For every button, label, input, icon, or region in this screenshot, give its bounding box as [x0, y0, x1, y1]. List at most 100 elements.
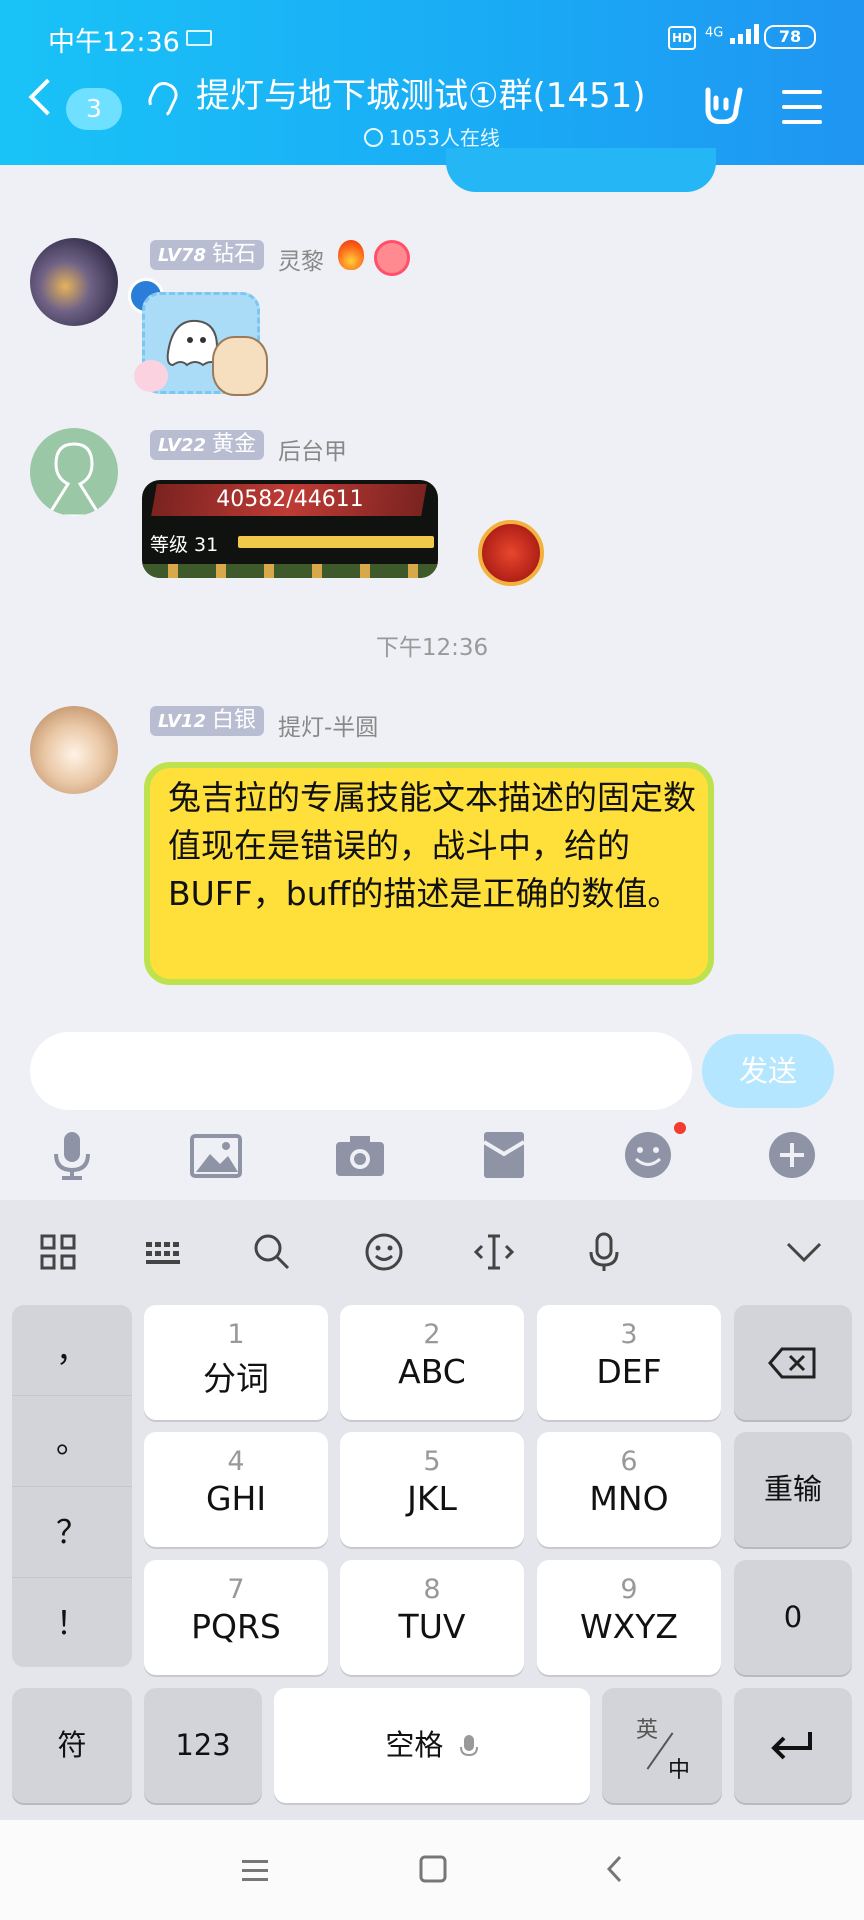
key-number: 7: [227, 1574, 245, 1605]
avatar[interactable]: [30, 428, 118, 516]
reenter-key[interactable]: 重输: [734, 1432, 852, 1547]
grid-icon[interactable]: [36, 1230, 80, 1274]
punct-exclaim-key[interactable]: ！: [12, 1578, 132, 1668]
zero-key[interactable]: 0: [734, 1560, 852, 1675]
key-number: 2: [423, 1319, 441, 1350]
level-value: LV22: [158, 435, 206, 456]
hd-badge: HD: [668, 26, 696, 50]
message-input[interactable]: [30, 1032, 692, 1110]
message-text: 兔吉拉的专属技能文本描述的固定数值现在是错误的，战斗中，给的BUFF，buff的…: [168, 778, 696, 913]
rank-label: 白银: [211, 708, 256, 733]
punct-period-key[interactable]: 。: [12, 1396, 132, 1487]
default-avatar-icon: [46, 442, 102, 516]
key-label: TUV: [398, 1607, 466, 1646]
game-level-label: 等级 31: [150, 534, 219, 556]
mic-small-icon: [459, 1735, 478, 1757]
image-icon[interactable]: [188, 1128, 244, 1182]
online-count-label: 1053人在线: [389, 126, 500, 150]
boy-sticker-icon: [212, 336, 268, 396]
item-slots: [142, 564, 438, 578]
chat-header: 中午12:36 HD 4G 78 3 提灯与地下城测试①群(1451) 1053…: [0, 0, 864, 165]
smile-badge-icon: [374, 240, 410, 276]
time-separator: 下午12:36: [375, 635, 489, 661]
hp-value: 40582/44611: [216, 487, 364, 512]
sender-nickname[interactable]: 提灯-半圆: [278, 708, 378, 742]
language-switch-key[interactable]: 英 中: [602, 1688, 722, 1803]
system-nav-bar: [0, 1820, 864, 1920]
avatar[interactable]: [30, 238, 118, 326]
space-key[interactable]: 空格: [274, 1688, 590, 1803]
key-number: 9: [620, 1574, 638, 1605]
menu-icon[interactable]: [782, 90, 822, 135]
key-label: JKL: [407, 1479, 457, 1518]
avatar[interactable]: [30, 706, 118, 794]
game-card-message[interactable]: 40582/44611 等级 31: [142, 480, 438, 578]
key-number: 4: [227, 1446, 245, 1477]
back-nav-icon[interactable]: [604, 1854, 626, 1884]
hand-gesture-icon[interactable]: [700, 84, 744, 124]
space-label: 空格: [385, 1728, 444, 1762]
enter-icon: [771, 1732, 812, 1760]
emoji-keyboard-icon[interactable]: [362, 1230, 406, 1274]
battery-icon: 78: [764, 25, 816, 49]
back-icon[interactable]: [28, 78, 66, 116]
camera-icon[interactable]: [332, 1128, 388, 1182]
key-7[interactable]: 7 PQRS: [144, 1560, 328, 1675]
status-time: 中午12:36: [48, 27, 180, 58]
key-1[interactable]: 1 分词: [144, 1305, 328, 1420]
level-value: LV12: [158, 711, 206, 732]
punct-comma-key[interactable]: ，: [12, 1305, 132, 1396]
key-number: 8: [423, 1574, 441, 1605]
sender-nickname[interactable]: 灵黎: [278, 242, 324, 276]
key-number: 5: [423, 1446, 441, 1477]
group-title[interactable]: 提灯与地下城测试①群(1451): [196, 68, 646, 117]
notification-dot: [674, 1122, 686, 1134]
mic-icon[interactable]: [44, 1128, 100, 1182]
network-label: 4G: [705, 25, 724, 41]
key-4[interactable]: 4 GHI: [144, 1432, 328, 1547]
check-icon: [364, 128, 383, 147]
anchor-icon: [134, 360, 168, 392]
exp-bar: [238, 536, 434, 548]
redpacket-icon[interactable]: [476, 1128, 532, 1182]
key-8[interactable]: 8 TUV: [340, 1560, 524, 1675]
voice-input-icon[interactable]: [582, 1230, 626, 1274]
punct-question-key[interactable]: ？: [12, 1487, 132, 1578]
ear-icon[interactable]: [144, 78, 182, 118]
home-icon[interactable]: [418, 1854, 448, 1884]
cursor-icon[interactable]: [472, 1230, 516, 1274]
backspace-icon: [768, 1347, 816, 1379]
online-count: 1053人在线: [364, 122, 500, 151]
key-label: GHI: [205, 1479, 267, 1518]
signal-icon: 4G: [705, 22, 766, 44]
enter-key[interactable]: [734, 1688, 852, 1803]
recent-apps-icon[interactable]: [240, 1856, 270, 1884]
punctuation-column: ， 。 ？ ！: [12, 1305, 132, 1667]
symbols-key[interactable]: 符: [12, 1688, 132, 1803]
key-3[interactable]: 3 DEF: [537, 1305, 721, 1420]
key-6[interactable]: 6 MNO: [537, 1432, 721, 1547]
lang-en-label: 英: [636, 1718, 659, 1743]
key-number: 6: [620, 1446, 638, 1477]
key-2[interactable]: 2 ABC: [340, 1305, 524, 1420]
key-5[interactable]: 5 JKL: [340, 1432, 524, 1547]
keyboard-layout-icon[interactable]: [142, 1230, 186, 1274]
numbers-key[interactable]: 123: [144, 1688, 262, 1803]
key-label: DEF: [596, 1352, 662, 1391]
keyboard-status-icon: [186, 30, 212, 46]
send-button[interactable]: 发送: [702, 1034, 834, 1108]
backspace-key[interactable]: [734, 1305, 852, 1420]
emoji-icon[interactable]: [620, 1128, 676, 1182]
plus-icon[interactable]: [764, 1128, 820, 1182]
search-icon[interactable]: [250, 1230, 294, 1274]
unread-count-badge[interactable]: 3: [66, 88, 122, 130]
chevron-down-icon[interactable]: [782, 1230, 826, 1274]
lang-zh-label: 中: [668, 1758, 691, 1783]
new-message-indicator[interactable]: [446, 148, 716, 192]
key-9[interactable]: 9 WXYZ: [537, 1560, 721, 1675]
key-label: PQRS: [191, 1607, 281, 1646]
sender-nickname[interactable]: 后台甲: [278, 432, 347, 466]
key-label: ABC: [398, 1352, 466, 1391]
level-tag: LV12 白银: [150, 706, 264, 736]
level-tag: LV78 钻石: [150, 240, 264, 270]
